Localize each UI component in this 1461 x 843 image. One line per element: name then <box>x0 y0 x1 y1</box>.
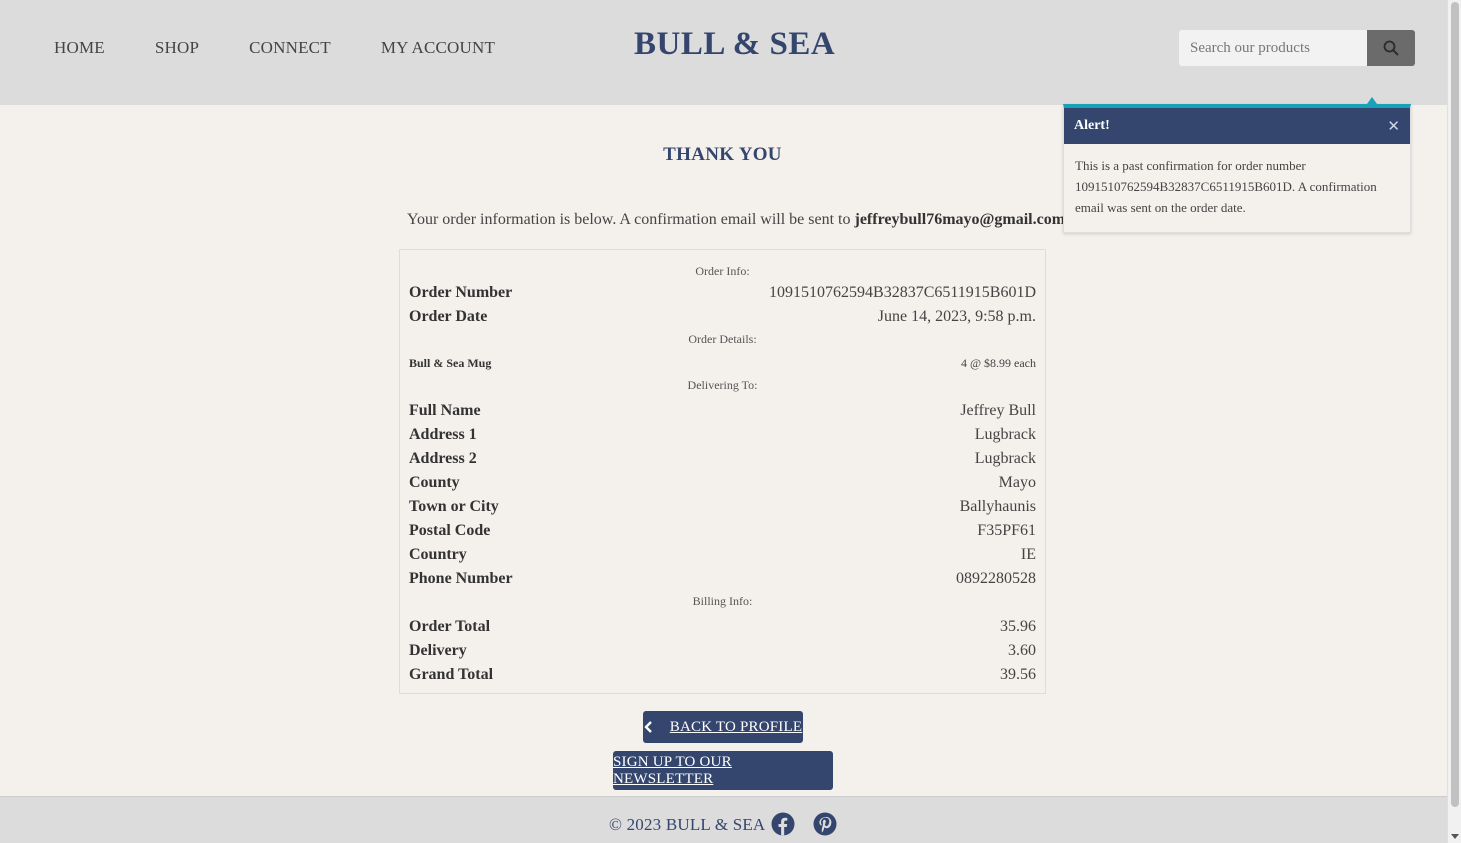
grand-total-label: Grand Total <box>409 666 494 683</box>
nav-home-link[interactable]: HOME <box>54 38 105 58</box>
full-name-value: Jeffrey Bull <box>960 402 1036 419</box>
billing-row: Grand Total 39.56 <box>409 665 1036 689</box>
order-date-label: Order Date <box>409 308 488 325</box>
alert-message: This is a past confirmation for order nu… <box>1075 158 1377 215</box>
order-date-value: June 14, 2023, 9:58 p.m. <box>877 308 1036 325</box>
site-header: HOME SHOP CONNECT MY ACCOUNT BULL & SEA <box>0 0 1447 105</box>
main-nav: HOME SHOP CONNECT MY ACCOUNT <box>54 38 545 58</box>
county-value: Mayo <box>998 474 1036 491</box>
section-heading-delivering-to: Delivering To: <box>687 378 758 392</box>
item-qty-price: 4 @ $8.99 each <box>960 356 1036 370</box>
country-value: IE <box>1020 546 1036 563</box>
address2-label: Address 2 <box>409 450 477 467</box>
scrollbar-thumb[interactable] <box>1451 2 1459 807</box>
phone-label: Phone Number <box>409 570 513 587</box>
page-scrollbar[interactable] <box>1447 0 1461 843</box>
address1-label: Address 1 <box>409 426 477 443</box>
town-value: Ballyhaunis <box>959 498 1036 515</box>
address2-value: Lugbrack <box>974 450 1036 467</box>
order-number-label: Order Number <box>409 284 513 301</box>
search-button[interactable] <box>1367 30 1415 66</box>
full-name-label: Full Name <box>409 402 481 419</box>
order-summary-card: Order Info: Order Number 1091510762594B3… <box>399 249 1046 694</box>
close-icon[interactable]: ✕ <box>1387 117 1400 136</box>
delivery-label: Delivery <box>409 642 467 659</box>
item-name: Bull & Sea Mug <box>409 356 492 370</box>
country-label: Country <box>409 546 467 563</box>
facebook-icon[interactable] <box>771 812 795 836</box>
alert-title: Alert! <box>1074 118 1110 133</box>
pinterest-icon[interactable] <box>813 812 837 836</box>
order-info-row: Order Number 1091510762594B32837C6511915… <box>409 283 1036 307</box>
order-total-label: Order Total <box>409 618 491 635</box>
town-label: Town or City <box>409 498 499 515</box>
address1-value: Lugbrack <box>974 426 1036 443</box>
delivery-row: Country IE <box>409 545 1036 569</box>
site-footer: © 2023 BULL & SEA <box>0 796 1447 843</box>
order-total-value: 35.96 <box>1000 618 1036 635</box>
order-line-item: Bull & Sea Mug 4 @ $8.99 each <box>409 351 1036 377</box>
billing-row: Delivery 3.60 <box>409 641 1036 665</box>
alert-pointer <box>1367 97 1377 104</box>
search-input[interactable] <box>1179 30 1367 66</box>
order-info-row: Order Date June 14, 2023, 9:58 p.m. <box>409 307 1036 331</box>
order-intro-text: Your order information is below. A confi… <box>407 211 1069 229</box>
phone-value: 0892280528 <box>956 570 1036 587</box>
billing-row: Order Total 35.96 <box>409 617 1036 641</box>
order-number-value: 1091510762594B32837C6511915B601D <box>769 284 1036 301</box>
grand-total-value: 39.56 <box>1000 666 1036 683</box>
copyright-text: © 2023 BULL & SEA <box>609 815 766 834</box>
alert-toast: Alert! ✕ This is a past confirmation for… <box>1063 97 1411 233</box>
brand-logo[interactable]: BULL & SEA <box>634 26 835 63</box>
delivery-row: Phone Number 0892280528 <box>409 569 1036 593</box>
delivery-row: Postal Code F35PF61 <box>409 521 1036 545</box>
delivery-row: Full Name Jeffrey Bull <box>409 401 1036 425</box>
back-to-profile-label: BACK TO PROFILE <box>669 718 803 735</box>
delivery-row: County Mayo <box>409 473 1036 497</box>
confirmation-email: jeffreybull76mayo@gmail.com <box>854 211 1066 228</box>
delivery-row: Address 2 Lugbrack <box>409 449 1036 473</box>
section-heading-order-info: Order Info: <box>695 264 750 278</box>
nav-shop-link[interactable]: SHOP <box>155 38 199 58</box>
scroll-down-icon[interactable] <box>1451 834 1459 839</box>
section-heading-order-details: Order Details: <box>688 332 757 346</box>
county-label: County <box>409 474 460 491</box>
delivery-row: Address 1 Lugbrack <box>409 425 1036 449</box>
newsletter-signup-button[interactable]: SIGN UP TO OUR NEWSLETTER <box>613 751 833 790</box>
intro-text: Your order information is below. A confi… <box>407 211 855 228</box>
newsletter-label: SIGN UP TO OUR NEWSLETTER <box>613 753 732 787</box>
nav-connect-link[interactable]: CONNECT <box>249 38 331 58</box>
search-icon <box>1383 40 1399 56</box>
delivery-value: 3.60 <box>1008 642 1036 659</box>
section-heading-billing-info: Billing Info: <box>692 594 753 608</box>
back-to-profile-button[interactable]: BACK TO PROFILE <box>643 711 803 743</box>
chevron-left-icon <box>644 721 652 733</box>
postal-code-label: Postal Code <box>409 522 491 539</box>
search-form <box>1179 30 1415 66</box>
alert-header: Alert! ✕ <box>1064 108 1410 144</box>
nav-my-account-link[interactable]: MY ACCOUNT <box>381 38 495 58</box>
delivery-row: Town or City Ballyhaunis <box>409 497 1036 521</box>
postal-code-value: F35PF61 <box>977 522 1036 539</box>
